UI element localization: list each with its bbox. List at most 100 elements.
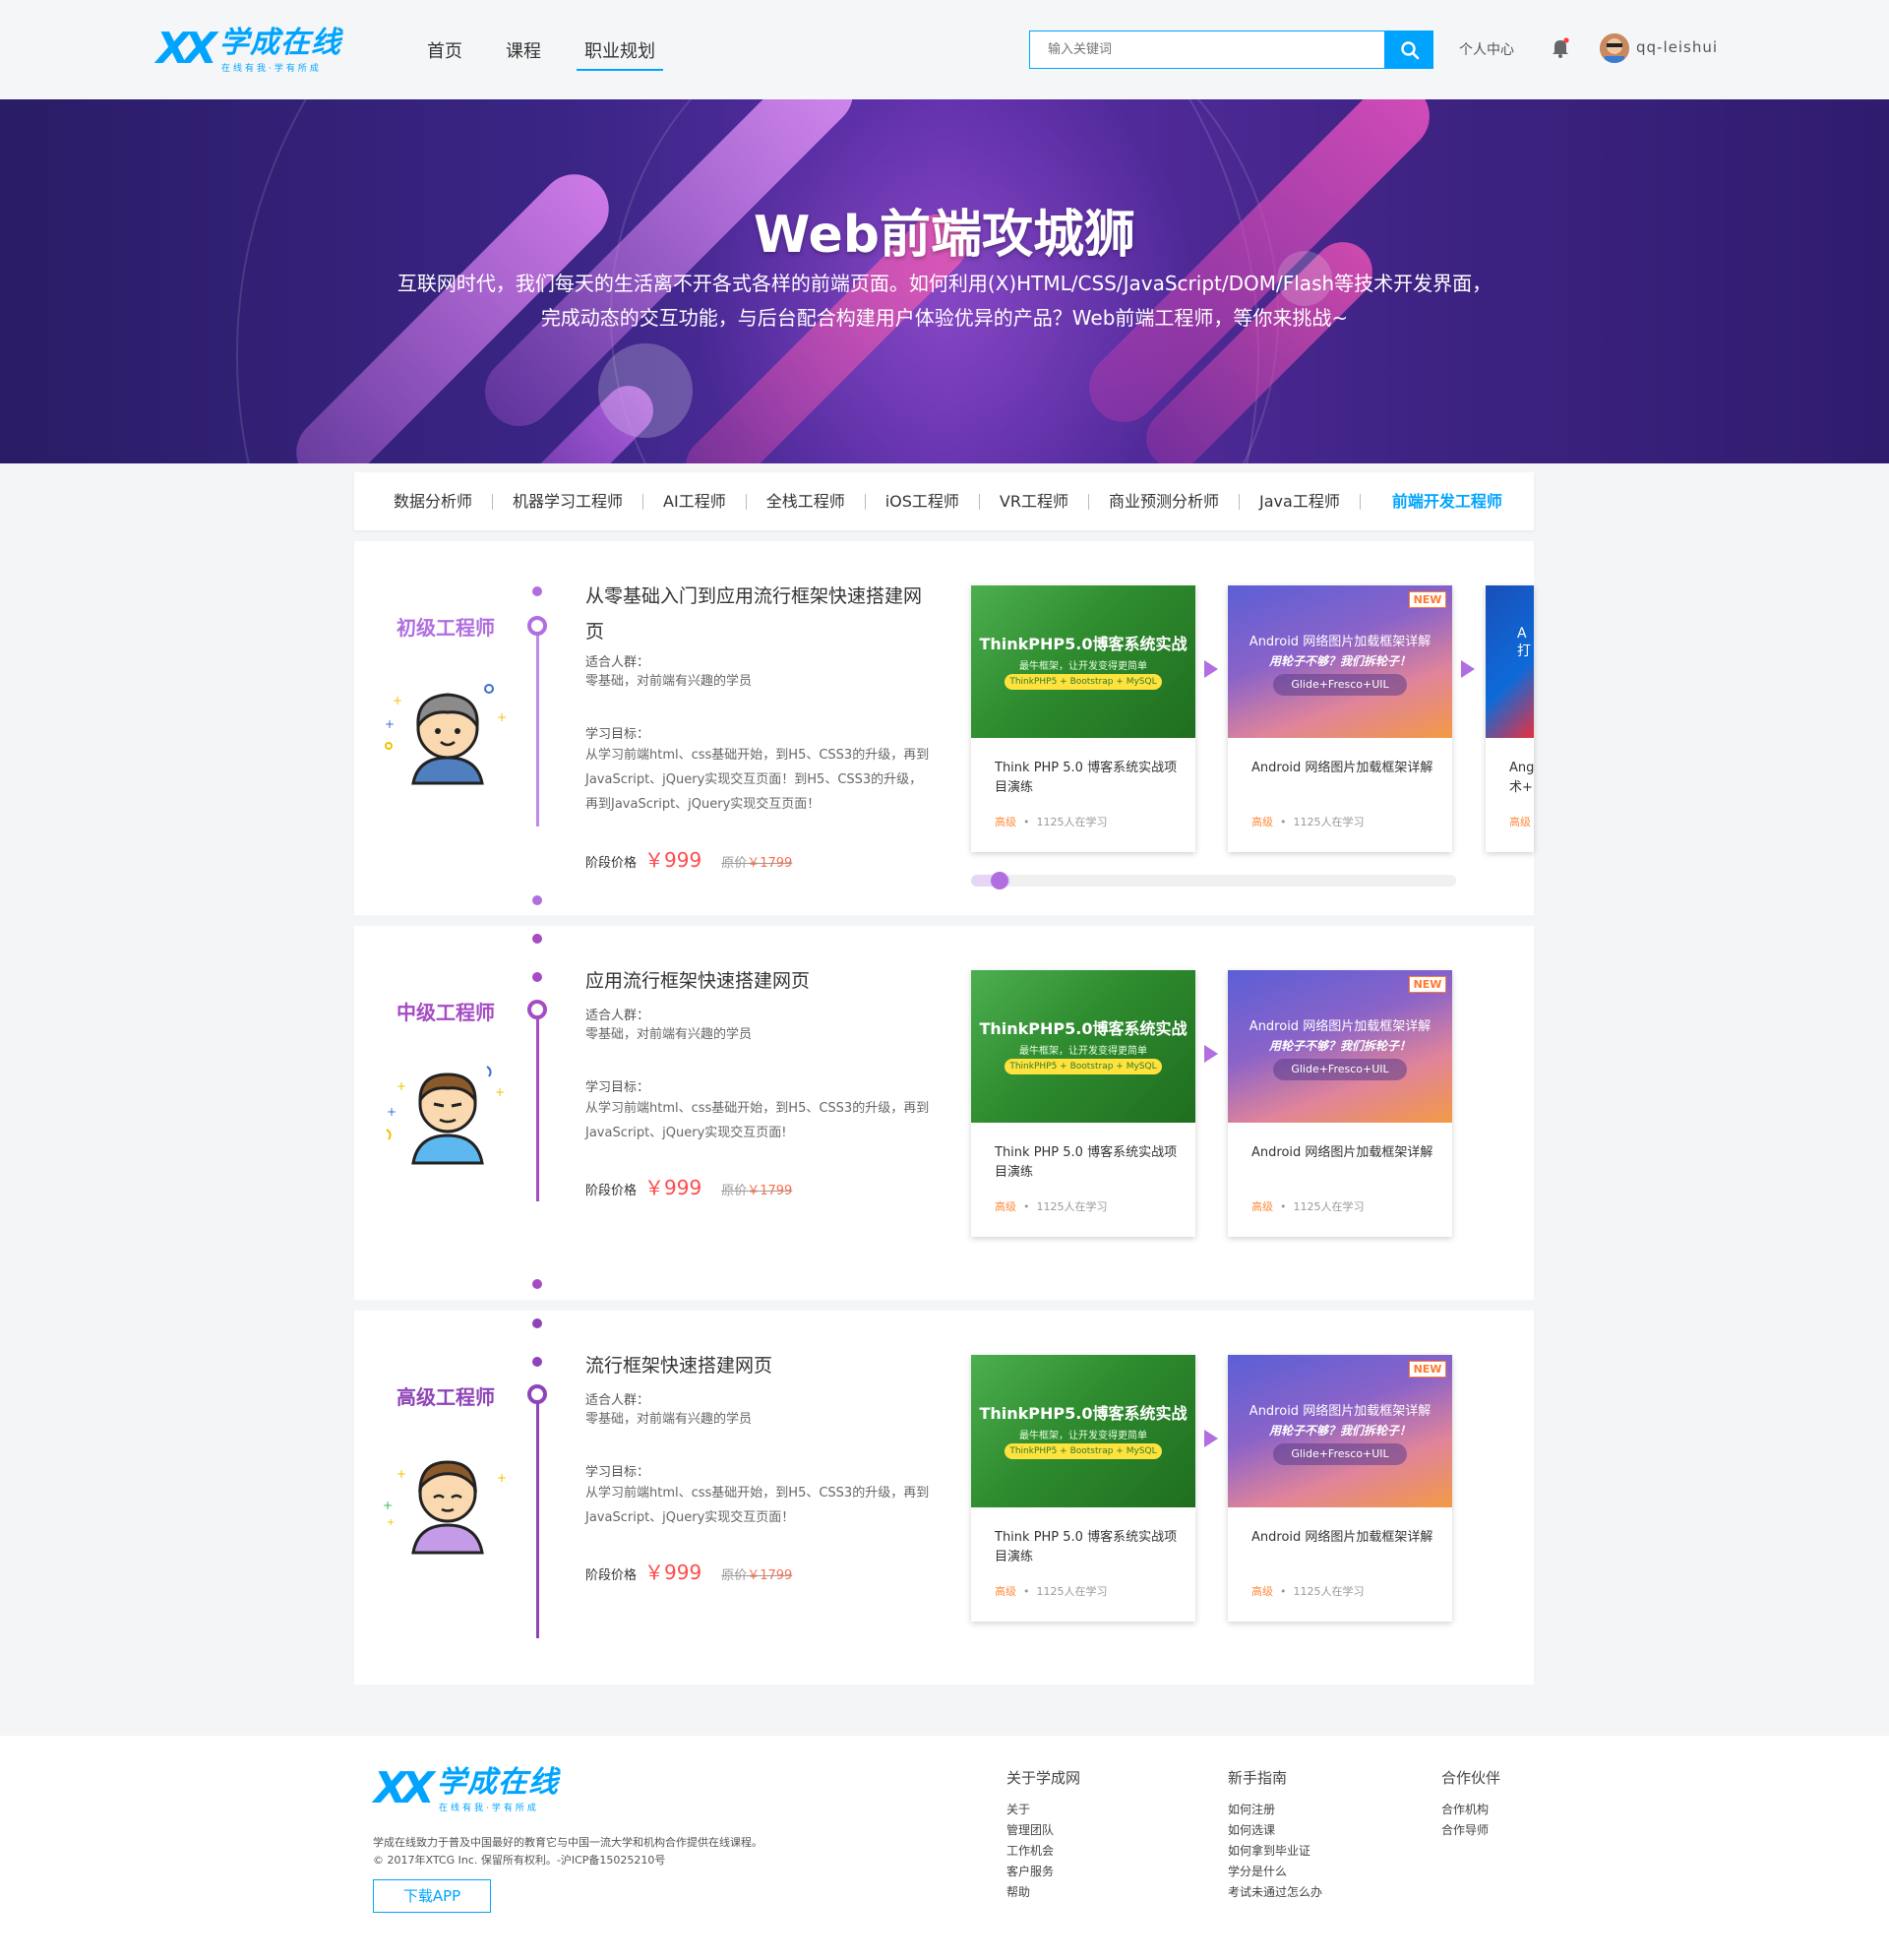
stage-title: 流行框架快速搭建网页	[585, 1355, 773, 1377]
course-card-android[interactable]: NEW Android 网络图片加载框架详解 用轮子不够？我们拆轮子！ Glid…	[1228, 585, 1452, 852]
nav-career-plan[interactable]: 职业规划	[577, 37, 663, 71]
footer-link[interactable]: 合作机构	[1441, 1800, 1500, 1820]
next-arrow-icon	[1461, 660, 1475, 678]
course-cover: A 打	[1486, 585, 1534, 738]
svg-text:+: +	[385, 717, 395, 731]
course-meta: 高级	[1509, 816, 1531, 828]
user-avatar[interactable]	[1600, 33, 1629, 63]
section-senior: 高级工程师 + + + + 流行框架快速搭建网页 适合人群： 零基础，对前端有兴趣的…	[354, 1311, 1534, 1684]
new-badge: NEW	[1409, 591, 1446, 608]
original-price: 原价￥1799	[721, 1184, 793, 1198]
timeline-node	[527, 1384, 547, 1404]
level-title: 初级工程师	[396, 616, 495, 640]
footer-link[interactable]: 学分是什么	[1228, 1862, 1322, 1882]
course-card-android[interactable]: NEW Android 网络图片加载框架详解 用轮子不够？我们拆轮子！ Glid…	[1228, 970, 1452, 1237]
next-arrow-icon	[1204, 660, 1218, 678]
nav-home[interactable]: 首页	[427, 37, 462, 71]
course-scrollbar[interactable]	[971, 872, 1456, 889]
goal-label: 学习目标：	[585, 727, 650, 742]
svg-text:+: +	[495, 1085, 505, 1099]
footer-link[interactable]: 帮助	[1006, 1882, 1080, 1903]
stage-price: ￥999	[644, 848, 702, 872]
scroll-handle[interactable]	[991, 872, 1008, 889]
footer-link[interactable]: 如何拿到毕业证	[1228, 1841, 1322, 1862]
new-badge: NEW	[1409, 976, 1446, 993]
course-card-php[interactable]: ThinkPHP5.0博客系统实战 最牛框架，让开发变得更简单 ThinkPHP…	[971, 1355, 1195, 1622]
course-meta: 高级 • 1125人在学习	[995, 1585, 1108, 1598]
footer-logo[interactable]: XX 学成在线 在线有我·学有所成	[374, 1765, 590, 1814]
banner-bubble	[598, 343, 693, 438]
timeline-dot	[532, 895, 542, 905]
footer-link[interactable]: 客户服务	[1006, 1862, 1080, 1882]
course-cover: NEW Android 网络图片加载框架详解 用轮子不够？我们拆轮子！ Glid…	[1228, 970, 1452, 1123]
svg-text:+: +	[387, 1517, 395, 1528]
price-row: 阶段价格 ￥999 原价￥1799	[585, 1557, 792, 1585]
download-app-button[interactable]: 下载APP	[373, 1879, 491, 1913]
footer-link[interactable]: 如何选课	[1228, 1820, 1322, 1841]
copyright: © 2017年XTCG Inc. 保留所有权利。-沪ICP备15025210号	[373, 1854, 666, 1867]
timeline-dot	[532, 972, 542, 982]
top-header: XX 学成在线 在线有我·学有所成 首页 课程 职业规划 个人中心 qq-lei…	[0, 0, 1889, 99]
footer-link[interactable]: 合作导师	[1441, 1820, 1500, 1841]
footer-col-about: 关于学成网 关于 管理团队 工作机会 客户服务 帮助	[1006, 1767, 1080, 1903]
course-cover: NEW Android 网络图片加载框架详解 用轮子不够？我们拆轮子！ Glid…	[1228, 585, 1452, 738]
course-card-php[interactable]: ThinkPHP5.0博客系统实战 最牛框架，让开发变得更简单 ThinkPHP…	[971, 585, 1195, 852]
footer-description: 学成在线致力于普及中国最好的教育它与中国一流大学和机构合作提供在线课程。 © 2…	[373, 1834, 762, 1869]
site-logo[interactable]: XX 学成在线 在线有我·学有所成	[156, 26, 353, 74]
section-junior: 初级工程师 + + + 从零基础入门到应用流行框架快速搭建网页 适合人群： 零基础…	[354, 541, 1534, 915]
course-meta: 高级 • 1125人在学习	[1251, 1200, 1365, 1213]
search-bar	[1029, 31, 1433, 69]
footer-link[interactable]: 工作机会	[1006, 1841, 1080, 1862]
tab-ml-engineer[interactable]: 机器学习工程师	[493, 493, 644, 510]
tab-vr-engineer[interactable]: VR工程师	[980, 493, 1089, 510]
search-button[interactable]	[1385, 31, 1433, 69]
course-name: Think PHP 5.0 博客系统实战项目演练	[995, 1530, 1178, 1564]
tab-ai-engineer[interactable]: AI工程师	[643, 493, 747, 510]
timeline-line	[536, 620, 539, 827]
tab-java-engineer[interactable]: Java工程师	[1240, 493, 1361, 510]
course-meta: 高级 • 1125人在学习	[1251, 816, 1365, 828]
course-meta: 高级 • 1125人在学习	[995, 816, 1108, 828]
footer-link[interactable]: 关于	[1006, 1800, 1080, 1820]
course-card-partial[interactable]: A 打 Ang 术+ 高级	[1486, 585, 1534, 852]
svg-text:+: +	[393, 694, 402, 707]
audience-label: 适合人群：	[585, 655, 650, 670]
svg-text:+: +	[383, 1499, 393, 1512]
tab-data-analyst[interactable]: 数据分析师	[394, 493, 494, 510]
timeline-dot	[532, 934, 542, 944]
tab-frontend-engineer[interactable]: 前端开发工程师	[1361, 493, 1522, 510]
course-card-android[interactable]: NEW Android 网络图片加载框架详解 用轮子不够？我们拆轮子！ Glid…	[1228, 1355, 1452, 1622]
tab-business-forecast[interactable]: 商业预测分析师	[1089, 493, 1241, 510]
svg-text:+: +	[497, 1471, 507, 1485]
audience-label: 适合人群：	[585, 1009, 650, 1023]
next-arrow-icon	[1204, 1430, 1218, 1447]
course-name: Think PHP 5.0 博客系统实战项目演练	[995, 1145, 1178, 1180]
tab-ios-engineer[interactable]: iOS工程师	[866, 493, 980, 510]
search-input[interactable]	[1029, 31, 1385, 69]
level-title: 中级工程师	[396, 1001, 495, 1024]
personal-center-link[interactable]: 个人中心	[1459, 39, 1514, 59]
nav-courses[interactable]: 课程	[506, 37, 541, 71]
audience-text: 零基础，对前端有兴趣的学员	[585, 674, 753, 689]
timeline-dot	[532, 1318, 542, 1328]
main-nav: 首页 课程 职业规划	[427, 37, 699, 71]
course-cover: ThinkPHP5.0博客系统实战 最牛框架，让开发变得更简单 ThinkPHP…	[971, 1355, 1195, 1507]
intermediate-avatar-illustration: + + +	[379, 1049, 517, 1167]
tab-fullstack-engineer[interactable]: 全栈工程师	[747, 493, 866, 510]
course-meta: 高级 • 1125人在学习	[995, 1200, 1108, 1213]
timeline-node	[527, 1000, 547, 1019]
timeline-dot	[532, 1357, 542, 1367]
course-card-php[interactable]: ThinkPHP5.0博客系统实战 最牛框架，让开发变得更简单 ThinkPHP…	[971, 970, 1195, 1237]
course-name: Android 网络图片加载框架详解	[1251, 761, 1433, 775]
footer-link[interactable]: 管理团队	[1006, 1820, 1080, 1841]
audience-text: 零基础，对前端有兴趣的学员	[585, 1027, 753, 1042]
stage-title: 从零基础入门到应用流行框架快速搭建网页	[585, 585, 923, 643]
svg-text:+: +	[396, 1467, 406, 1481]
goal-text: 从学习前端html、css基础开始，到H5、CSS3的升级，再到JavaScri…	[585, 748, 930, 812]
username[interactable]: qq-leishui	[1636, 38, 1718, 56]
footer-col-guide: 新手指南 如何注册 如何选课 如何拿到毕业证 学分是什么 考试未通过怎么办	[1228, 1767, 1322, 1903]
footer-link[interactable]: 如何注册	[1228, 1800, 1322, 1820]
banner-title: Web前端攻城狮	[754, 206, 1135, 265]
footer-link[interactable]: 考试未通过怎么办	[1228, 1882, 1322, 1903]
notification-bell-icon[interactable]	[1551, 37, 1570, 59]
